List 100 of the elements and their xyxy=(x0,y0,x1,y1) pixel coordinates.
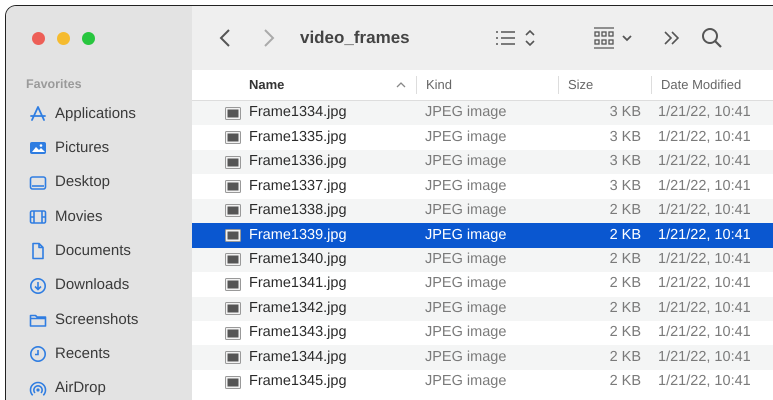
file-row[interactable]: Frame1336.jpg JPEG image 3 KB 1/21/22, 10:41 xyxy=(192,150,773,174)
image-file-icon xyxy=(225,326,241,340)
column-header[interactable]: Name xyxy=(249,75,284,95)
window-title: video_frames xyxy=(300,27,410,50)
file-kind: JPEG image xyxy=(425,324,506,340)
image-file-icon xyxy=(225,376,241,389)
download-icon xyxy=(29,276,47,295)
file-date: 1/21/22, 10:41 xyxy=(658,128,751,145)
file-kind: JPEG image xyxy=(425,373,506,390)
image-file-icon xyxy=(225,351,241,364)
file-size: 3 KB xyxy=(610,153,641,170)
sidebar-item[interactable]: Screenshots xyxy=(55,308,138,332)
column-header[interactable]: Date Modified xyxy=(661,75,742,95)
file-row[interactable]: Frame1341.jpg JPEG image 2 KB 1/21/22, 10:41 xyxy=(192,272,773,296)
file-date: 1/21/22, 10:41 xyxy=(658,275,751,292)
image-file-icon xyxy=(225,278,241,291)
file-kind: JPEG image xyxy=(425,300,506,316)
file-size: 2 KB xyxy=(610,275,641,292)
file-kind: JPEG image xyxy=(425,275,506,292)
file-name: Frame1345.jpg xyxy=(249,372,347,392)
close-button[interactable] xyxy=(32,32,45,44)
view-options-button[interactable] xyxy=(494,28,537,48)
sidebar-item[interactable]: AirDrop xyxy=(55,377,106,400)
file-size: 2 KB xyxy=(610,226,641,243)
file-kind: JPEG image xyxy=(425,153,506,170)
file-row[interactable]: Frame1343.jpg JPEG image 2 KB 1/21/22, 10:41 xyxy=(192,320,773,346)
image-file-icon xyxy=(225,253,241,266)
file-size: 3 KB xyxy=(610,128,641,145)
file-name: Frame1337.jpg xyxy=(249,176,347,196)
back-button[interactable] xyxy=(219,28,231,48)
more-button[interactable] xyxy=(662,30,681,46)
file-row[interactable]: Frame1344.jpg JPEG image 2 KB 1/21/22, 10:41 xyxy=(192,345,773,370)
file-kind: JPEG image xyxy=(425,250,506,267)
file-name: Frame1336.jpg xyxy=(249,152,347,172)
file-row[interactable]: Frame1339.jpg JPEG image 2 KB 1/21/22, 10:41 xyxy=(192,223,773,248)
file-row[interactable]: Frame1334.jpg JPEG image 3 KB 1/21/22, 10:41 xyxy=(192,101,773,126)
file-kind: JPEG image xyxy=(425,104,506,120)
sidebar-item[interactable]: Applications xyxy=(55,102,136,126)
file-date: 1/21/22, 10:41 xyxy=(658,250,751,267)
file-size: 2 KB xyxy=(610,202,641,218)
file-date: 1/21/22, 10:41 xyxy=(658,324,751,340)
file-row[interactable]: Frame1337.jpg JPEG image 3 KB 1/21/22, 10:41 xyxy=(192,174,773,199)
file-size: 2 KB xyxy=(610,373,641,390)
image-file-icon xyxy=(225,106,241,120)
broadcast-icon xyxy=(29,380,47,398)
file-name: Frame1342.jpg xyxy=(249,298,347,318)
file-size: 2 KB xyxy=(610,300,641,316)
file-date: 1/21/22, 10:41 xyxy=(658,153,751,170)
column-header[interactable]: Size xyxy=(568,75,594,95)
image-file-icon xyxy=(225,131,241,144)
file-name: Frame1341.jpg xyxy=(249,274,347,294)
file-row[interactable]: Frame1345.jpg JPEG image 2 KB 1/21/22, 10:41 xyxy=(192,370,773,394)
sidebar-item[interactable]: Desktop xyxy=(55,171,110,194)
image-file-icon xyxy=(225,302,241,316)
file-name: Frame1340.jpg xyxy=(249,250,347,269)
file-date: 1/21/22, 10:41 xyxy=(658,178,751,194)
file-kind: JPEG image xyxy=(425,226,506,243)
file-date: 1/21/22, 10:41 xyxy=(658,373,751,390)
film-icon xyxy=(29,208,47,226)
file-row[interactable]: Frame1335.jpg JPEG image 3 KB 1/21/22, 10:41 xyxy=(192,125,773,150)
file-name: Frame1339.jpg xyxy=(249,226,347,245)
sidebar-item[interactable]: Downloads xyxy=(55,274,130,297)
file-kind: JPEG image xyxy=(425,202,506,218)
search-icon[interactable] xyxy=(700,27,723,49)
image-file-icon xyxy=(225,228,241,242)
file-size: 3 KB xyxy=(610,178,641,194)
file-name: Frame1334.jpg xyxy=(249,103,347,122)
file-date: 1/21/22, 10:41 xyxy=(658,104,751,120)
document-icon xyxy=(29,242,47,260)
column-header[interactable]: Kind xyxy=(426,75,452,95)
file-name: Frame1343.jpg xyxy=(249,323,347,342)
file-kind: JPEG image xyxy=(425,348,506,365)
apps-icon xyxy=(29,105,47,124)
file-size: 2 KB xyxy=(610,324,641,340)
image-file-icon xyxy=(225,180,241,194)
file-row[interactable]: Frame1340.jpg JPEG image 2 KB 1/21/22, 10:41 xyxy=(192,248,773,272)
image-file-icon xyxy=(225,156,241,169)
file-size: 2 KB xyxy=(610,348,641,365)
display-icon xyxy=(29,174,47,192)
sidebar-item[interactable]: Pictures xyxy=(55,137,110,160)
file-kind: JPEG image xyxy=(425,178,506,194)
file-name: Frame1344.jpg xyxy=(249,348,347,367)
clock-icon xyxy=(29,345,47,364)
sidebar-item[interactable]: Movies xyxy=(55,206,103,228)
sidebar-item[interactable]: Documents xyxy=(55,240,131,263)
file-date: 1/21/22, 10:41 xyxy=(658,226,751,243)
sort-caret-icon xyxy=(396,82,406,88)
file-name: Frame1335.jpg xyxy=(249,128,347,147)
image-file-icon xyxy=(225,204,241,218)
file-kind: JPEG image xyxy=(425,128,506,145)
file-date: 1/21/22, 10:41 xyxy=(658,202,751,218)
file-date: 1/21/22, 10:41 xyxy=(658,348,751,365)
file-size: 3 KB xyxy=(610,104,641,120)
file-row[interactable]: Frame1342.jpg JPEG image 2 KB 1/21/22, 10:41 xyxy=(192,296,773,321)
file-row[interactable]: Frame1338.jpg JPEG image 2 KB 1/21/22, 10:41 xyxy=(192,198,773,224)
file-name: Frame1338.jpg xyxy=(249,201,347,220)
file-date: 1/21/22, 10:41 xyxy=(658,300,751,316)
section-heading: Favorites xyxy=(25,76,83,93)
sidebar-item[interactable]: Recents xyxy=(55,342,110,366)
file-size: 2 KB xyxy=(610,250,641,267)
